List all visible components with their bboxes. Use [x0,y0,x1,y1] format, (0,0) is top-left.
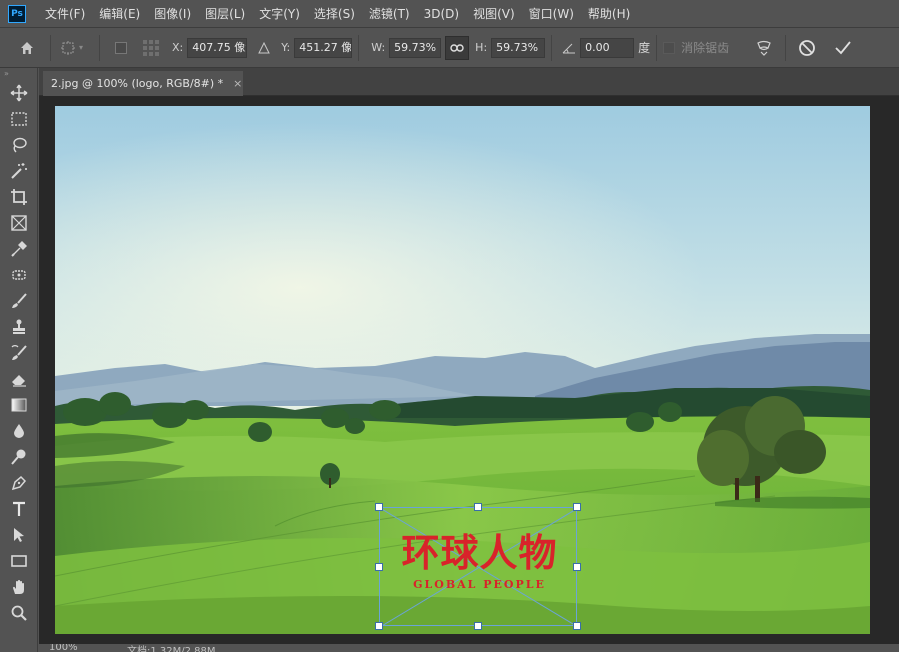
zoom-tool-icon[interactable] [0,600,38,626]
menu-select[interactable]: 选择(S) [307,0,362,28]
transform-handle-bottom-center[interactable] [474,622,482,630]
menu-help[interactable]: 帮助(H) [581,0,637,28]
logo-subtitle: GLOBAL PEOPLE [413,578,546,591]
separator [656,34,658,61]
y-position-field[interactable]: 451.27 像素 [294,37,353,58]
menu-edit[interactable]: 编辑(E) [92,0,147,28]
canvas-workspace[interactable]: 环球人物 GLOBAL PEOPLE [39,96,899,644]
cancel-icon[interactable] [796,37,818,59]
show-transform-checkbox[interactable] [110,37,132,59]
menu-filter[interactable]: 滤镜(T) [362,0,417,28]
width-field[interactable]: 59.73% [389,37,442,58]
y-label: Y: [281,41,291,54]
healing-brush-icon[interactable] [0,262,38,288]
crop-tool-icon[interactable] [0,184,38,210]
gradient-tool-icon[interactable] [0,392,38,418]
menu-layer[interactable]: 图层(L) [198,0,252,28]
document-tab-strip: 2.jpg @ 100% (logo, RGB/8#) * × [39,68,899,96]
dodge-tool-icon[interactable] [0,444,38,470]
pen-tool-icon[interactable] [0,470,38,496]
eraser-tool-icon[interactable] [0,366,38,392]
x-label: X: [172,41,184,54]
reference-point-icon[interactable] [140,37,162,59]
document-tab-title: 2.jpg @ 100% (logo, RGB/8#) * [51,77,224,90]
transform-handle-top-right[interactable] [573,503,581,511]
separator [551,34,553,61]
close-icon[interactable]: × [233,77,242,90]
transform-handle-middle-left[interactable] [375,563,383,571]
logo-title: 环球人物 [401,530,558,575]
menu-bar: Ps 文件(F) 编辑(E) 图像(I) 图层(L) 文字(Y) 选择(S) 滤… [0,0,899,28]
link-icon[interactable] [445,35,470,60]
brush-tool-icon[interactable] [0,288,38,314]
rotation-field[interactable]: 0.00 [580,37,635,58]
blur-tool-icon[interactable] [0,418,38,444]
separator [99,34,100,61]
history-brush-icon[interactable] [0,340,38,366]
h-label: H: [475,41,488,54]
photoshop-logo: Ps [8,4,26,23]
angle-icon [558,37,580,59]
options-bar: ▾ X: 407.75 像素 Y: 451.27 像素 W: 59.73% [0,28,899,68]
menu-type[interactable]: 文字(Y) [252,0,307,28]
menu-3d[interactable]: 3D(D) [417,0,466,28]
transform-handle-bottom-right[interactable] [573,622,581,630]
separator [50,34,51,61]
type-tool-icon[interactable] [0,496,38,522]
home-icon[interactable] [16,37,38,59]
angle-unit: 度 [638,41,651,55]
lasso-tool-icon[interactable] [0,132,38,158]
transform-bounding-box[interactable]: 环球人物 GLOBAL PEOPLE [375,503,581,630]
height-field[interactable]: 59.73% [491,37,546,58]
document-canvas[interactable]: 环球人物 GLOBAL PEOPLE [55,106,870,634]
stamp-tool-icon[interactable] [0,314,38,340]
hand-tool-icon[interactable] [0,574,38,600]
delta-icon [253,37,275,59]
document-info[interactable]: 文档:1.32M/2.88M [127,644,216,652]
frame-tool-icon[interactable] [0,210,38,236]
transform-handle-top-left[interactable] [375,503,383,511]
w-label: W: [371,41,386,54]
menu-image[interactable]: 图像(I) [147,0,198,28]
menu-window[interactable]: 窗口(W) [522,0,581,28]
transform-handle-top-center[interactable] [474,503,482,511]
eyedropper-icon[interactable] [0,236,38,262]
antialias-label: 消除锯齿 [681,41,730,55]
tools-panel: » [0,68,38,652]
separator [785,34,787,61]
separator [358,34,360,61]
transform-handle-bottom-left[interactable] [375,622,383,630]
transform-handle-middle-right[interactable] [573,563,581,571]
tool-preset-icon[interactable] [57,37,79,59]
move-tool-icon[interactable] [0,80,38,106]
photoshop-window: Ps 文件(F) 编辑(E) 图像(I) 图层(L) 文字(Y) 选择(S) 滤… [0,0,899,652]
magic-wand-icon[interactable] [0,158,38,184]
zoom-level[interactable]: 100% [49,644,78,652]
warp-icon[interactable] [753,37,775,59]
panel-collapse-icon[interactable]: » [0,68,37,80]
document-tab[interactable]: 2.jpg @ 100% (logo, RGB/8#) * × [43,71,243,96]
marquee-tool-icon[interactable] [0,106,38,132]
menu-file[interactable]: 文件(F) [38,0,92,28]
x-position-field[interactable]: 407.75 像素 [187,37,248,58]
path-select-icon[interactable] [0,522,38,548]
status-bar: 100% 文档:1.32M/2.88M [39,644,899,652]
antialias-checkbox[interactable] [663,41,676,54]
menu-view[interactable]: 视图(V) [466,0,522,28]
rectangle-tool-icon[interactable] [0,548,38,574]
commit-check-icon[interactable] [832,37,854,59]
chevron-down-icon[interactable]: ▾ [79,43,89,52]
